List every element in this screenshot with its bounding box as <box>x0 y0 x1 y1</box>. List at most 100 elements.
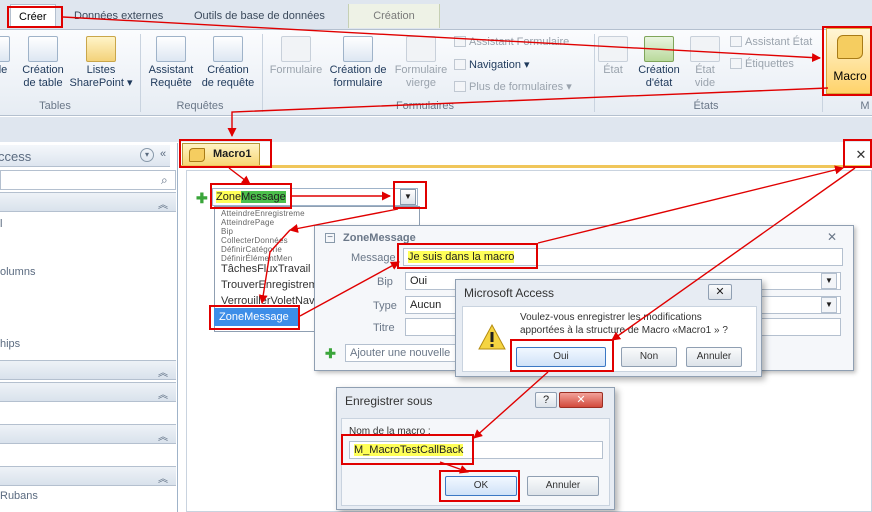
group-reports-label: États <box>693 100 719 112</box>
report-design-icon <box>644 36 674 62</box>
dialog-title: Enregistrer sous <box>345 394 433 408</box>
list-item[interactable]: AtteindreEnregistreme <box>221 209 305 218</box>
ribbon-separator <box>262 34 263 112</box>
nav-item-partial[interactable]: l <box>0 218 2 230</box>
nav-collapse-icon[interactable]: « <box>160 148 166 160</box>
form-icon <box>281 36 311 62</box>
report-wizard-icon <box>730 36 742 47</box>
annotation-box <box>439 470 520 502</box>
collapse-chevron-icon: ︽ <box>158 474 168 485</box>
nav-section[interactable]: ︽ <box>0 424 176 444</box>
dialog-title: Microsoft Access <box>464 286 555 300</box>
collapse-box-icon[interactable]: − <box>325 233 335 243</box>
nav-menu-chevron-icon[interactable]: ▾ <box>140 148 154 162</box>
search-icon: ⌕ <box>161 173 168 187</box>
annotation-box <box>397 243 538 269</box>
dialog-message-line2: apportées à la structure de Macro «Macro… <box>520 325 728 336</box>
title-label: Titre <box>373 322 395 334</box>
add-action-plus-icon[interactable]: ✚ <box>325 346 336 362</box>
nav-search-input[interactable]: ⌕ <box>0 170 176 190</box>
ribbon-separator <box>594 34 595 112</box>
sharepoint-lists-button[interactable]: Listes SharePoint ▾ <box>68 36 134 90</box>
group-forms-label: Formulaires <box>395 100 455 112</box>
dialog-close-icon[interactable]: ✕ <box>559 392 603 408</box>
nav-item-partial[interactable]: Rubans <box>0 490 38 502</box>
ribbon-tab-bar: Créer Données externes Outils de base de… <box>0 0 872 30</box>
labels-button[interactable]: Étiquettes <box>730 58 794 70</box>
tab-database-tools[interactable]: Outils de base de données <box>186 4 333 28</box>
list-item[interactable]: Bip <box>221 227 233 236</box>
annotation-box <box>179 139 272 168</box>
more-forms-button[interactable]: Plus de formulaires ▾ <box>454 80 572 93</box>
collapse-chevron-icon: ︽ <box>158 200 168 211</box>
nav-section[interactable]: ︽ <box>0 192 176 212</box>
group-tables-label: Tables <box>39 100 71 112</box>
add-action-plus-icon[interactable]: ✚ <box>196 190 208 207</box>
navigation-pane-header[interactable]: ccess ▾ « <box>0 145 170 167</box>
report-design-button[interactable]: Création d'état <box>632 36 686 90</box>
type-label: Type <box>373 300 397 312</box>
query-design-icon <box>213 36 243 62</box>
collapse-chevron-icon: ︽ <box>158 432 168 443</box>
report-wizard-button[interactable]: Assistant État <box>730 36 812 48</box>
table-partial-button[interactable]: le <box>0 36 14 77</box>
form-design-button[interactable]: Création de formulaire <box>326 36 390 90</box>
navigation-button[interactable]: Navigation ▾ <box>454 58 530 71</box>
sharepoint-list-icon <box>86 36 116 62</box>
beep-chevron-down-icon[interactable]: ▼ <box>821 273 837 289</box>
query-wizard-icon <box>156 36 186 62</box>
form-wizard-button[interactable]: Assistant Formulaire <box>454 36 569 48</box>
annotation-box <box>341 434 474 465</box>
cancel-button[interactable]: Annuler <box>527 476 599 496</box>
create-table-button[interactable]: Création de table <box>16 36 70 90</box>
dialog-close-icon[interactable]: ✕ <box>708 284 732 300</box>
tab-external-data[interactable]: Données externes <box>66 4 171 28</box>
query-design-button[interactable]: Création de requête <box>198 36 258 90</box>
blank-form-button[interactable]: Formulaire vierge <box>392 36 450 90</box>
form-design-icon <box>343 36 373 62</box>
nav-item-partial[interactable]: hips <box>0 338 20 350</box>
list-item[interactable]: AtteindrePage <box>221 218 274 227</box>
workspace-strip <box>0 117 872 142</box>
annotation-box <box>822 26 872 96</box>
nav-item-partial[interactable]: olumns <box>0 266 35 278</box>
nav-section[interactable]: ︽ <box>0 466 176 486</box>
report-button[interactable]: État <box>596 36 630 77</box>
collapse-chevron-icon: ︽ <box>158 368 168 379</box>
form-button[interactable]: Formulaire <box>266 36 326 77</box>
form-wizard-icon <box>454 36 466 47</box>
type-chevron-down-icon[interactable]: ▼ <box>821 297 837 313</box>
no-button[interactable]: Non <box>621 347 677 367</box>
blank-form-icon <box>406 36 436 62</box>
report-icon <box>598 36 628 62</box>
labels-icon <box>730 58 742 69</box>
nav-section[interactable]: ︽ <box>0 382 176 402</box>
list-item[interactable]: CollecterDonnées <box>221 236 288 245</box>
more-forms-icon <box>454 81 466 92</box>
annotation-box <box>210 183 292 209</box>
ribbon-separator <box>140 34 141 112</box>
list-item[interactable]: DéfinirÉlémentMen <box>221 254 292 263</box>
annotation-box <box>510 339 614 372</box>
delete-action-icon[interactable]: ✕ <box>827 230 837 244</box>
dialog-message-line1: Voulez-vous enregistrer les modification… <box>520 312 702 323</box>
query-wizard-button[interactable]: Assistant Requête <box>144 36 198 90</box>
tab-creation[interactable]: Création <box>348 4 440 28</box>
annotation-box <box>393 181 427 209</box>
message-label: Message <box>351 252 396 264</box>
list-item[interactable]: DéfinirCatégorie <box>221 245 282 254</box>
annotation-box <box>209 305 300 330</box>
cancel-button[interactable]: Annuler <box>686 347 742 367</box>
nav-section[interactable]: ︽ <box>0 360 176 380</box>
group-queries-label: Requêtes <box>176 100 224 112</box>
nav-pane-title: ccess <box>0 149 32 164</box>
beep-label: Bip <box>377 276 393 288</box>
ribbon: le Création de table Listes SharePoint ▾… <box>0 30 872 116</box>
blank-report-icon <box>690 36 720 62</box>
help-button[interactable]: ? <box>535 392 557 408</box>
collapse-chevron-icon: ︽ <box>158 390 168 401</box>
blank-report-button[interactable]: État vide <box>688 36 722 90</box>
warning-icon <box>478 324 506 350</box>
document-tab-underline <box>180 165 872 168</box>
list-item[interactable]: TâchesFluxTravail <box>221 263 310 275</box>
